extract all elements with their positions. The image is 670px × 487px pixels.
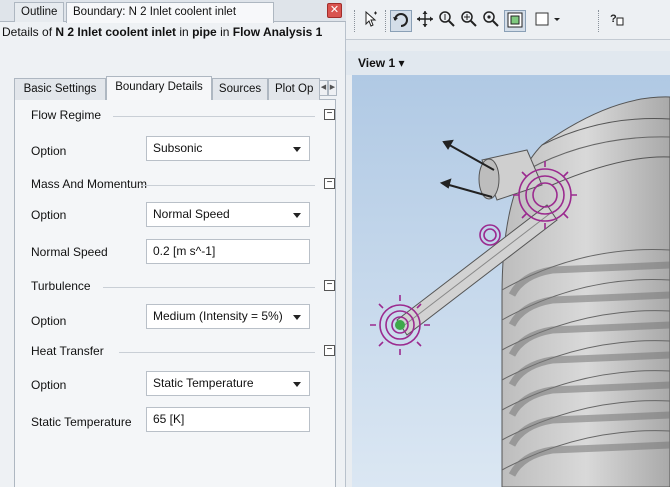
details-object: N 2 Inlet coolent inlet bbox=[55, 25, 177, 39]
chevron-down-icon bbox=[293, 213, 301, 218]
select-value: Normal Speed bbox=[153, 207, 230, 221]
flow-regime-option-label: Option bbox=[31, 144, 67, 158]
collapse-icon[interactable]: − bbox=[324, 178, 335, 189]
tab-boundary-details[interactable]: Boundary: N 2 Inlet coolent inlet bbox=[66, 2, 274, 23]
collapse-icon[interactable]: − bbox=[324, 109, 335, 120]
rotate-icon[interactable] bbox=[390, 10, 412, 32]
section-title: Mass And Momentum bbox=[31, 177, 148, 191]
toolbar-separator bbox=[385, 10, 386, 32]
details-domain: pipe bbox=[192, 25, 217, 39]
flow-regime-option-select[interactable]: Subsonic bbox=[146, 136, 310, 161]
heat-transfer-option-select[interactable]: Static Temperature bbox=[146, 371, 310, 396]
chevron-down-icon bbox=[293, 147, 301, 152]
toolbar-separator bbox=[354, 10, 355, 32]
zoom-icon[interactable] bbox=[436, 10, 458, 32]
collapse-icon[interactable]: − bbox=[324, 280, 335, 291]
section-mass-momentum[interactable]: Mass And Momentum − bbox=[31, 177, 337, 193]
static-temperature-label: Static Temperature bbox=[31, 415, 132, 429]
3d-viewport[interactable] bbox=[352, 75, 670, 487]
heat-transfer-option-label: Option bbox=[31, 378, 67, 392]
tab-boundary-details-active[interactable]: Boundary Details bbox=[106, 76, 212, 101]
mass-momentum-option-select[interactable]: Normal Speed bbox=[146, 202, 310, 227]
details-panel: Outline Boundary: N 2 Inlet coolent inle… bbox=[0, 0, 346, 487]
normal-speed-label: Normal Speed bbox=[31, 245, 108, 259]
chevron-down-icon bbox=[293, 382, 301, 387]
tab-plot-options[interactable]: Plot Op bbox=[268, 78, 320, 100]
close-panel-button[interactable]: ✕ bbox=[327, 3, 342, 18]
tab-scroll-right-icon[interactable]: ▶ bbox=[328, 80, 337, 96]
section-title: Flow Regime bbox=[31, 108, 102, 122]
details-mid2: in bbox=[216, 25, 233, 39]
svg-text:?: ? bbox=[610, 13, 617, 25]
boundary-details-form: Flow Regime − Option Subsonic Mass And M… bbox=[14, 100, 336, 487]
inlet-marker-icon bbox=[395, 320, 405, 330]
mass-momentum-option-label: Option bbox=[31, 208, 67, 222]
toolbar-separator bbox=[598, 10, 599, 32]
section-divider bbox=[141, 185, 315, 186]
turbulence-option-select[interactable]: Medium (Intensity = 5%) bbox=[146, 304, 310, 329]
section-divider bbox=[113, 116, 315, 117]
viewer-toolbar: ? bbox=[346, 0, 670, 40]
viewport-layout-icon[interactable] bbox=[532, 10, 566, 32]
details-heading: Details of N 2 Inlet coolent inlet in pi… bbox=[2, 25, 346, 43]
section-divider bbox=[119, 352, 315, 353]
view-selector[interactable]: View 1 ▾ bbox=[358, 56, 405, 70]
pan-icon[interactable] bbox=[414, 10, 436, 32]
chevron-down-icon: ▾ bbox=[398, 56, 405, 70]
zoom-fit-icon[interactable] bbox=[480, 10, 502, 32]
chevron-down-icon bbox=[293, 315, 301, 320]
highlight-icon[interactable] bbox=[504, 10, 526, 32]
select-value: Static Temperature bbox=[153, 376, 254, 390]
normal-speed-input[interactable]: 0.2 [m s^-1] bbox=[146, 239, 310, 264]
static-temperature-input[interactable]: 65 [K] bbox=[146, 407, 310, 432]
help-icon[interactable]: ? bbox=[606, 10, 628, 32]
tab-sources[interactable]: Sources bbox=[212, 78, 268, 100]
section-flow-regime[interactable]: Flow Regime − bbox=[31, 108, 337, 124]
details-analysis: Flow Analysis 1 bbox=[232, 25, 323, 39]
viewport-header: View 1 ▾ bbox=[346, 51, 670, 75]
turbulence-option-label: Option bbox=[31, 314, 67, 328]
view-title: View 1 bbox=[358, 56, 396, 70]
select-value: Subsonic bbox=[153, 141, 203, 155]
section-title: Heat Transfer bbox=[31, 344, 104, 358]
collapse-icon[interactable]: − bbox=[324, 345, 335, 356]
section-divider bbox=[103, 287, 315, 288]
details-mid1: in bbox=[176, 25, 193, 39]
tab-outline[interactable]: Outline bbox=[14, 2, 64, 22]
details-prefix: Details of bbox=[2, 25, 56, 39]
select-value: Medium (Intensity = 5%) bbox=[153, 309, 283, 323]
section-title: Turbulence bbox=[31, 279, 91, 293]
panel-tab-strip: Outline Boundary: N 2 Inlet coolent inle… bbox=[0, 0, 346, 23]
zoom-box-icon[interactable] bbox=[458, 10, 480, 32]
select-icon[interactable] bbox=[360, 10, 382, 32]
settings-tabs: Basic Settings Boundary Details Sources … bbox=[14, 76, 337, 101]
tab-basic-settings[interactable]: Basic Settings bbox=[14, 78, 106, 100]
section-turbulence[interactable]: Turbulence − bbox=[31, 279, 337, 295]
tab-scroll-left-icon[interactable]: ◀ bbox=[319, 80, 328, 96]
section-heat-transfer[interactable]: Heat Transfer − bbox=[31, 344, 337, 360]
